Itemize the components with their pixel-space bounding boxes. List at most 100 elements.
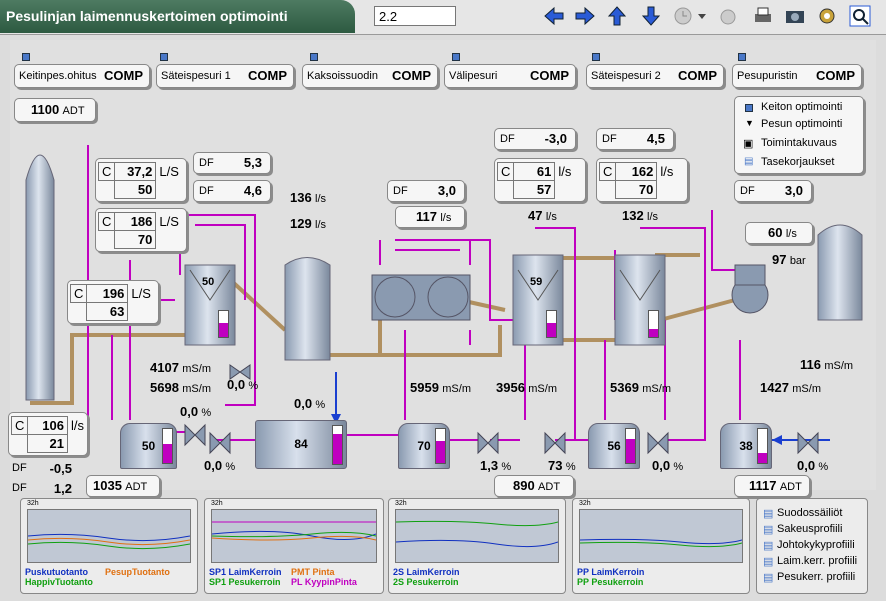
valve-pos-4: 0,0 % (204, 458, 235, 473)
washer3-level-bar (648, 310, 659, 338)
valve-unit: % (225, 461, 236, 473)
valve-pos-3: 0,0 % (294, 396, 325, 411)
df-label: DF (199, 185, 214, 197)
conductivity-value: 5698 (150, 380, 179, 395)
ctrl-label: C (69, 284, 88, 303)
ctrl-unit: L/S (159, 214, 179, 229)
trend-menu-suodossailiot[interactable]: Suodossäiliöt (777, 507, 842, 519)
trend-plot (579, 509, 743, 563)
valve-pos-1: 0,0 % (227, 377, 258, 392)
ctrl-setpoint: 196 (86, 284, 129, 303)
df-box-d[interactable]: DF -3,0 (494, 128, 576, 150)
flow-controller-4[interactable]: C 106 l/s 21 (8, 412, 88, 456)
trend-lines (395, 520, 559, 548)
trend-legend: SP1 LaimKerroin (209, 567, 282, 577)
conductivity-value: 5369 (610, 380, 639, 395)
conductivity-5369: 5369 mS/m (610, 380, 671, 395)
ctrl-label: C (97, 212, 116, 231)
trend-header: 32h (395, 500, 407, 507)
trend-legend: PL KyypinPinta (291, 577, 357, 587)
list-icon: ▤ (763, 540, 774, 552)
conductivity-4107: 4107 mS/m (150, 360, 211, 375)
ctrl-output: 70 (114, 230, 157, 249)
flow-132: 132 l/s (622, 208, 658, 223)
trend-menu-laimkerr-profiili[interactable]: Laim.kerr. profiili (777, 555, 857, 567)
df-label: DF (602, 133, 617, 145)
list-icon: ▤ (763, 556, 774, 568)
ctrl-output: 63 (86, 302, 129, 321)
flow-unit: l/s (785, 228, 797, 240)
list-icon: ▤ (763, 508, 774, 520)
valve-value: 0,0 (294, 396, 313, 411)
trend-production[interactable]: 32h Puskutuotanto PesupTuotanto HappivTu… (20, 498, 198, 594)
ctrl-unit: L/S (131, 286, 151, 301)
df-box-digester: DF -0,5 DF 1,2 (12, 460, 74, 498)
flow-unit: l/s (440, 212, 452, 224)
flow-129: 129 l/s (290, 216, 326, 231)
trend-plot (27, 509, 191, 563)
trend-lines (27, 533, 191, 550)
trend-sp1[interactable]: 32h SP1 LaimKerroin PMT Pinta SP1 Pesuke… (204, 498, 384, 594)
flow-60-box[interactable]: 60 l/s (745, 222, 813, 244)
flow-controller-3[interactable]: C 196 L/S 63 (67, 280, 159, 324)
trend-pp[interactable]: 32h PP LaimKerroin PP Pesukerroin (572, 498, 750, 594)
trend-plot (395, 509, 559, 563)
ctrl-output: 70 (615, 180, 658, 199)
flow-value: 60 (768, 225, 783, 240)
df-value: 3,0 (784, 183, 803, 198)
ctrl-setpoint: 106 (27, 416, 68, 435)
trend-2s[interactable]: 32h 2S LaimKerroin 2S Pesukerroin (388, 498, 566, 594)
flow-value: 129 (290, 216, 312, 231)
trend-menu-sakeusprofiili[interactable]: Sakeusprofiili (777, 523, 842, 535)
washer1-level-bar (218, 310, 229, 338)
ctrl-label: C (10, 416, 29, 435)
valve-value: 0,0 (227, 377, 246, 392)
trend-plot (211, 509, 377, 563)
ctrl-setpoint: 37,2 (114, 162, 157, 181)
flow-controller-1[interactable]: C 37,2 L/S 50 (95, 158, 187, 202)
adt-bottom-2: 890 ADT (494, 475, 574, 497)
df-box-b[interactable]: DF 4,6 (193, 180, 271, 202)
df-box-a[interactable]: DF 5,3 (193, 152, 271, 174)
valve-unit: % (501, 461, 512, 473)
flow-unit: l/s (545, 211, 557, 223)
list-icon: ▤ (763, 524, 774, 536)
valve-pos-5: 1,3 % (480, 458, 511, 473)
adt-value: 1035 (93, 478, 122, 493)
trend-legend: SP1 Pesukerroin (209, 577, 281, 587)
ctrl-setpoint: 162 (615, 162, 658, 181)
ctrl-label: C (496, 162, 515, 181)
df-box-e[interactable]: DF 4,5 (596, 128, 674, 150)
df-box-f[interactable]: DF 3,0 (734, 180, 812, 202)
conductivity-value: 4107 (150, 360, 179, 375)
trend-legend: PesupTuotanto (105, 567, 170, 577)
tank56-level-bar (625, 428, 636, 464)
df-box-c[interactable]: DF 3,0 (387, 180, 465, 202)
list-icon: ▤ (763, 572, 774, 584)
trend-menu: ▤ Suodossäiliöt ▤ Sakeusprofiili ▤ Johto… (756, 498, 868, 594)
tank38-level-bar (757, 428, 768, 464)
conductivity-3956: 3956 mS/m (496, 380, 557, 395)
trend-header: 32h (579, 500, 591, 507)
pressure-unit: bar (789, 255, 806, 267)
df-value: 4,6 (243, 183, 262, 198)
flow-controller-5[interactable]: C 61 l/s 57 (494, 158, 586, 202)
valve-value: 0,0 (204, 458, 223, 473)
valve-pos-6: 73 % (548, 458, 576, 473)
df-value: -0,5 (49, 461, 72, 476)
valve-value: 0,0 (652, 458, 671, 473)
valve-unit: % (565, 461, 576, 473)
ctrl-label: C (598, 162, 617, 181)
df-value: 4,5 (646, 131, 665, 146)
adt-bottom-1: 1035 ADT (86, 475, 160, 497)
trend-menu-johtokykyprofiili[interactable]: Johtokykyprofiili (777, 539, 855, 551)
flow-136: 136 l/s (290, 190, 326, 205)
flow-117-box[interactable]: 117 l/s (395, 206, 465, 228)
df-label: DF (199, 157, 214, 169)
trend-menu-pesukerr-profiili[interactable]: Pesukerr. profiili (777, 571, 855, 583)
adt-unit: ADT (538, 481, 561, 493)
flow-controller-2[interactable]: C 186 L/S 70 (95, 208, 187, 252)
flow-unit: l/s (647, 211, 659, 223)
flow-controller-6[interactable]: C 162 l/s 70 (596, 158, 688, 202)
ctrl-unit: l/s (558, 164, 572, 179)
